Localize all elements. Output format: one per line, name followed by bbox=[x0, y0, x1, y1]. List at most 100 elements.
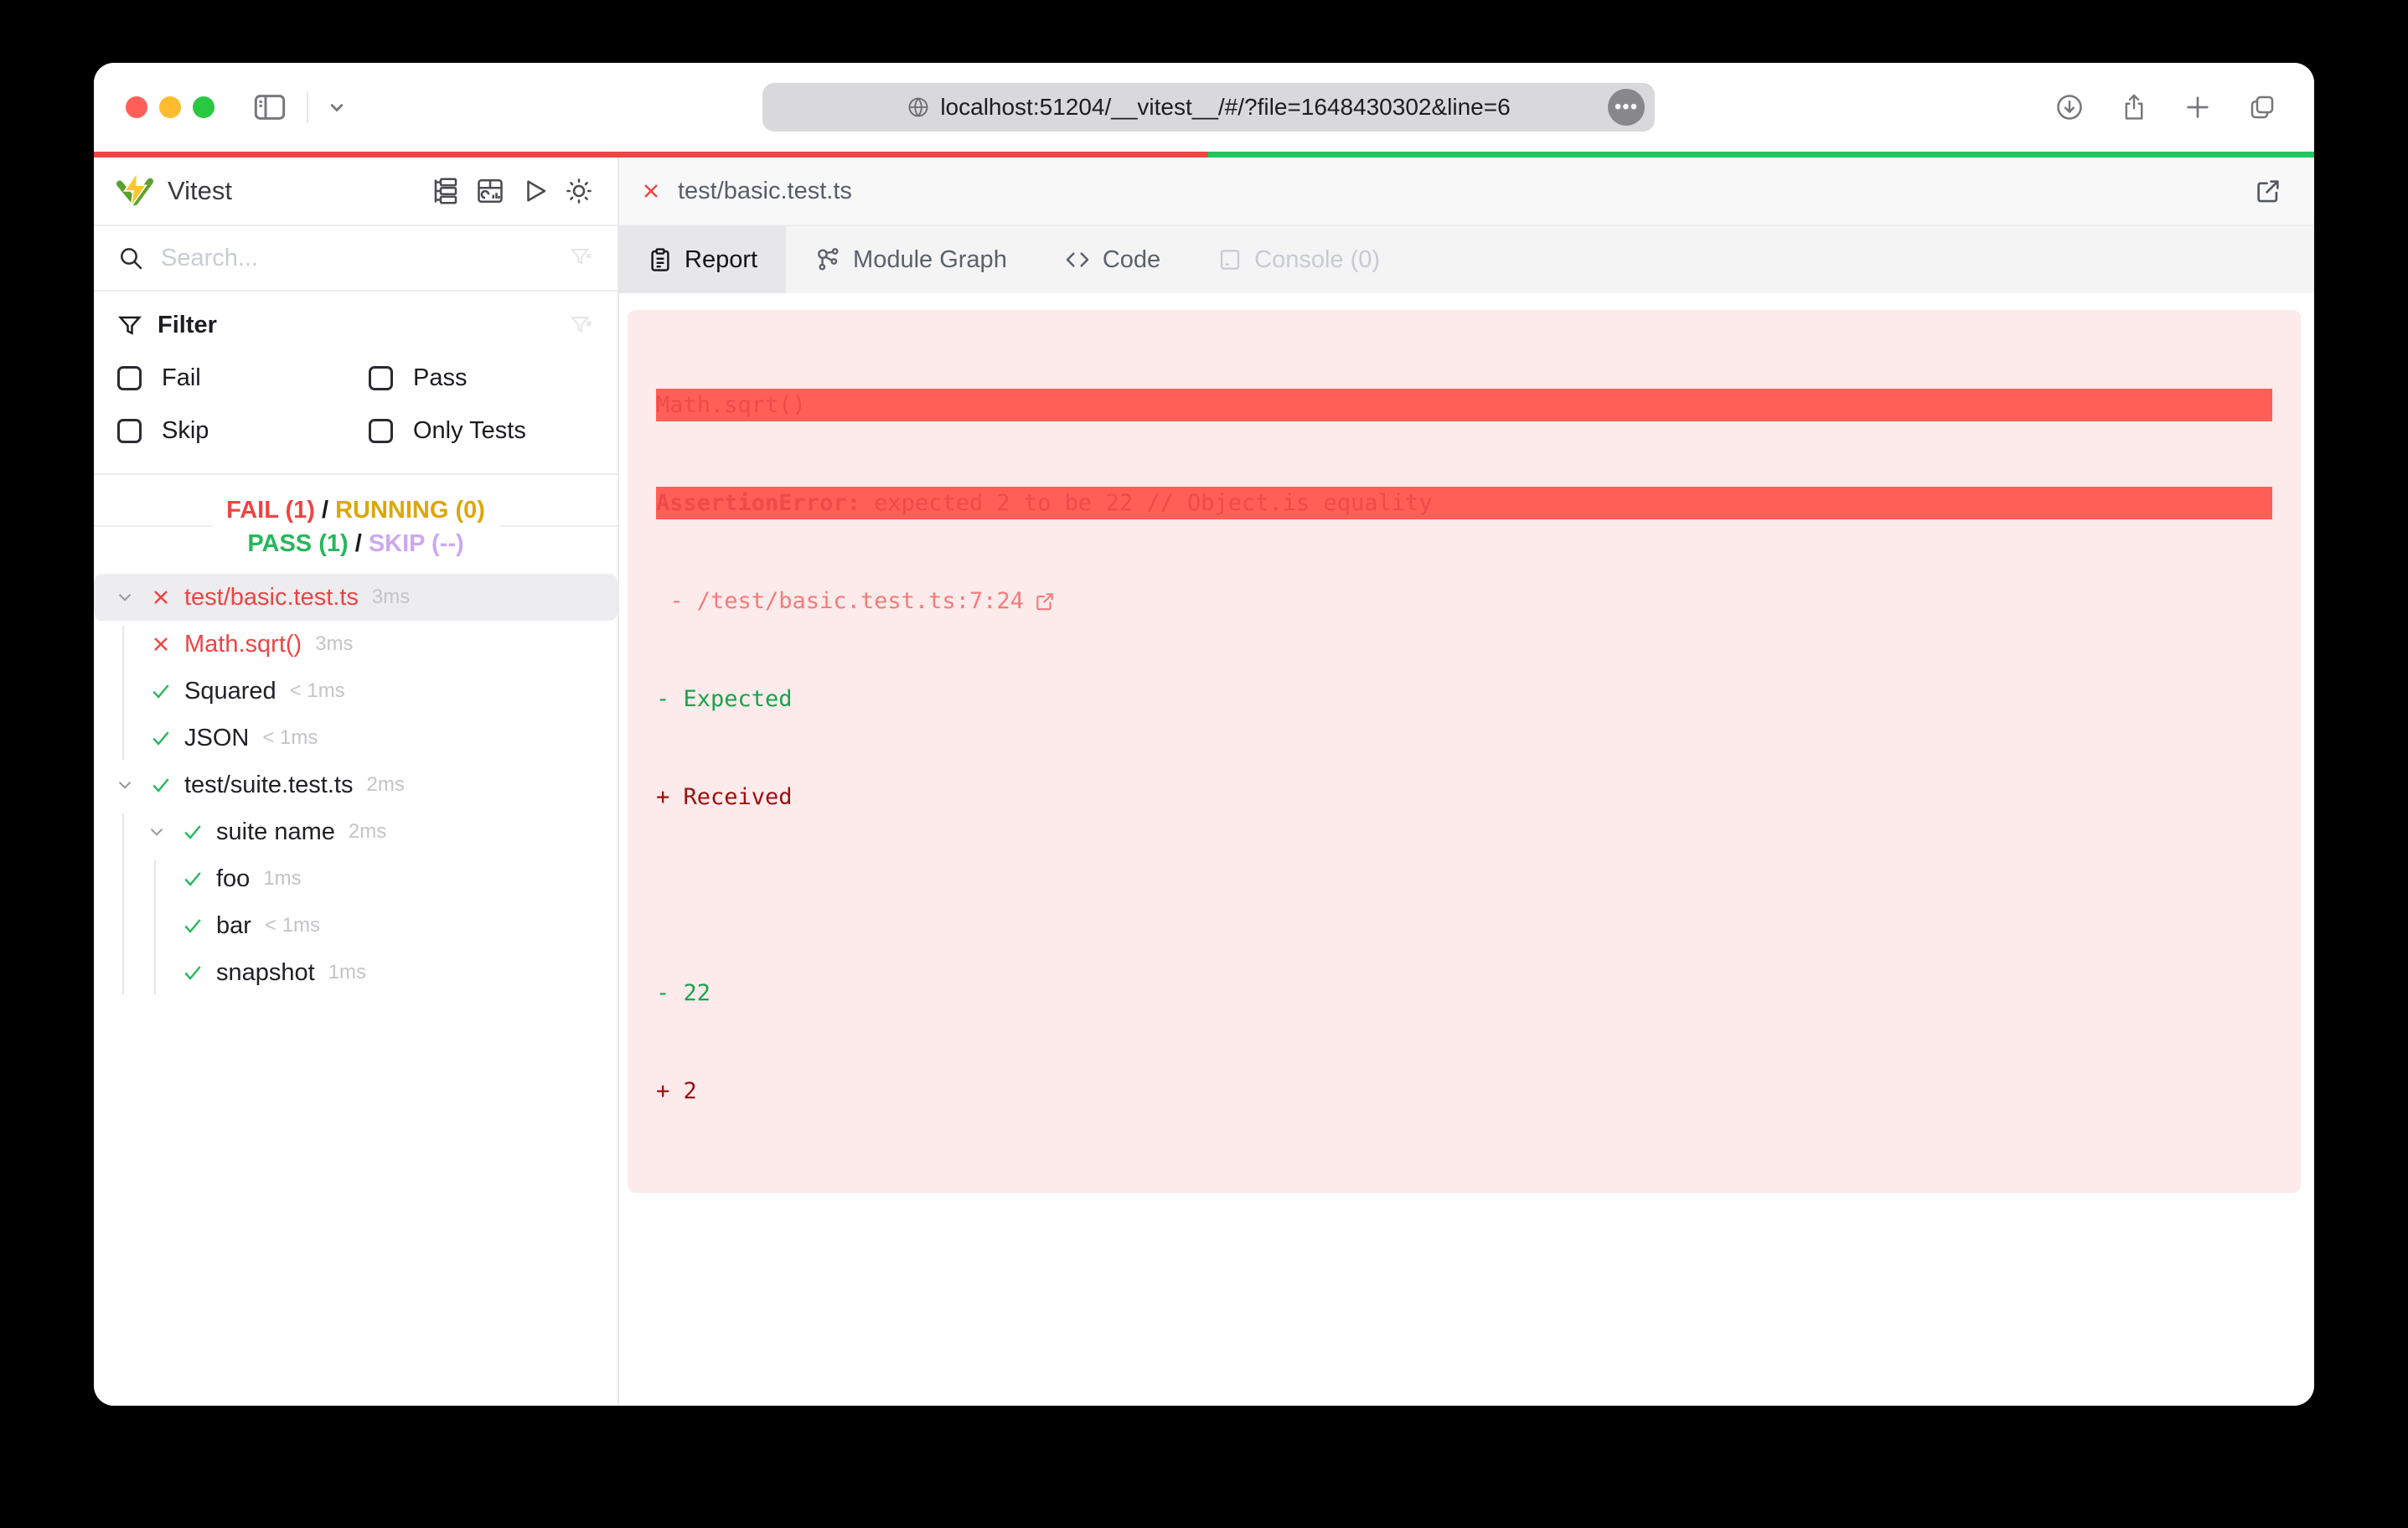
skip-count: SKIP (--) bbox=[368, 530, 464, 557]
test-label: Math.sqrt() bbox=[184, 630, 302, 658]
pass-status-icon bbox=[179, 914, 206, 937]
downloads-icon[interactable] bbox=[2054, 92, 2085, 122]
tree-row-math-sqrt[interactable]: Math.sqrt() 3ms bbox=[94, 621, 618, 668]
test-label: bar bbox=[216, 911, 251, 939]
pass-label: Pass bbox=[413, 364, 468, 391]
test-label: JSON bbox=[184, 724, 250, 751]
pass-checkbox[interactable] bbox=[369, 366, 393, 390]
toolbar-right bbox=[2054, 63, 2277, 152]
globe-icon bbox=[907, 96, 930, 119]
tab-label: Module Graph bbox=[853, 245, 1007, 273]
skip-checkbox[interactable] bbox=[117, 419, 142, 443]
report-area: Math.sqrt() AssertionError: expected 2 t… bbox=[619, 293, 2314, 1406]
filter-option-fail[interactable]: Fail bbox=[117, 364, 369, 392]
share-icon[interactable] bbox=[2120, 92, 2148, 122]
open-in-editor-icon[interactable] bbox=[1034, 591, 1056, 612]
collapse-tests-icon[interactable] bbox=[429, 174, 462, 208]
tree-row-squared[interactable]: Squared < 1ms bbox=[94, 668, 618, 715]
fail-checkbox[interactable] bbox=[117, 366, 142, 390]
test-duration: < 1ms bbox=[262, 726, 318, 749]
fail-status-icon bbox=[147, 632, 174, 656]
tree-row-bar[interactable]: bar < 1ms bbox=[94, 902, 618, 949]
address-bar[interactable]: localhost:51204/__vitest__/#/?file=16484… bbox=[762, 83, 1655, 132]
traffic-lights bbox=[126, 96, 214, 118]
search-icon bbox=[121, 248, 142, 270]
clear-filter-icon[interactable] bbox=[569, 313, 594, 338]
test-tree: test/basic.test.ts 3ms Math.sqrt() 3ms S… bbox=[94, 574, 618, 1406]
open-in-editor-icon[interactable] bbox=[2254, 177, 2282, 205]
pass-status-icon bbox=[147, 773, 174, 797]
search-input[interactable] bbox=[161, 244, 552, 272]
chevron-down-icon[interactable] bbox=[325, 96, 349, 119]
page-settings-button[interactable]: ••• bbox=[1608, 89, 1645, 126]
filter-title: Filter bbox=[158, 312, 217, 338]
test-summary: FAIL (1) / RUNNING (0) PASS (1) / SKIP (… bbox=[94, 475, 618, 574]
diff-received-value: + 2 bbox=[656, 1078, 697, 1104]
fail-status-icon bbox=[639, 179, 663, 203]
progress-pass-segment bbox=[1208, 152, 2314, 157]
dashboard-icon[interactable] bbox=[473, 174, 507, 208]
test-duration: 3ms bbox=[371, 586, 411, 608]
fail-label: Fail bbox=[162, 364, 201, 391]
tree-row-suite-name[interactable]: suite name 2ms bbox=[94, 808, 618, 855]
error-message: expected 2 to be 22 // Object.is equalit… bbox=[860, 490, 1433, 516]
filter-option-only-tests[interactable]: Only Tests bbox=[369, 417, 594, 445]
tab-overview-icon[interactable] bbox=[2247, 92, 2277, 122]
test-duration: 3ms bbox=[315, 632, 354, 655]
tree-row-basic-test-file[interactable]: test/basic.test.ts 3ms bbox=[94, 574, 618, 621]
pass-status-icon bbox=[179, 961, 206, 984]
app-title: Vitest bbox=[168, 176, 232, 205]
url-text: localhost:51204/__vitest__/#/?file=16484… bbox=[940, 94, 1511, 120]
clear-search-filter-icon[interactable] bbox=[569, 245, 594, 271]
tree-row-suite-test-file[interactable]: test/suite.test.ts 2ms bbox=[94, 761, 618, 808]
browser-toolbar: localhost:51204/__vitest__/#/?file=16484… bbox=[94, 63, 2314, 152]
minimize-window-button[interactable] bbox=[159, 96, 181, 118]
tab-console[interactable]: Console (0) bbox=[1189, 226, 1408, 293]
test-duration: < 1ms bbox=[264, 914, 320, 937]
filter-section: Filter Fail Pass Skip Only Tests bbox=[94, 292, 618, 475]
theme-toggle-icon[interactable] bbox=[562, 174, 596, 208]
test-duration: 1ms bbox=[328, 961, 367, 983]
stack-location: - /test/basic.test.ts:7:24 bbox=[656, 588, 1024, 614]
chevron-down-icon[interactable] bbox=[111, 774, 139, 796]
sidebar-toggle-icon[interactable] bbox=[253, 93, 287, 121]
console-icon bbox=[1221, 250, 1240, 270]
test-duration: 1ms bbox=[263, 867, 302, 890]
zoom-window-button[interactable] bbox=[193, 96, 214, 118]
only-tests-checkbox[interactable] bbox=[369, 419, 393, 443]
chevron-down-icon[interactable] bbox=[111, 586, 139, 608]
test-duration: < 1ms bbox=[289, 679, 345, 702]
error-panel: Math.sqrt() AssertionError: expected 2 t… bbox=[628, 310, 2301, 1193]
main-panel: test/basic.test.ts Report Module Graph C… bbox=[619, 157, 2314, 1406]
tab-code[interactable]: Code bbox=[1036, 226, 1189, 293]
progress-fail-segment bbox=[94, 152, 1209, 157]
diff-blank-line bbox=[656, 879, 2272, 911]
tree-row-json[interactable]: JSON < 1ms bbox=[94, 715, 618, 761]
diff-received-label: + Received bbox=[656, 784, 793, 810]
tree-row-foo[interactable]: foo 1ms bbox=[94, 855, 618, 902]
running-count: RUNNING (0) bbox=[335, 497, 485, 524]
chevron-down-icon[interactable] bbox=[142, 821, 171, 843]
fail-status-icon bbox=[147, 586, 174, 609]
filter-option-pass[interactable]: Pass bbox=[369, 364, 594, 392]
run-all-icon[interactable] bbox=[518, 174, 551, 208]
app-header: Vitest bbox=[94, 157, 618, 226]
summary-line-2: PASS (1) / SKIP (--) bbox=[247, 530, 464, 557]
pass-status-icon bbox=[179, 820, 206, 844]
error-name: AssertionError: bbox=[656, 490, 860, 516]
tree-row-snapshot[interactable]: snapshot 1ms bbox=[94, 949, 618, 996]
close-window-button[interactable] bbox=[126, 96, 147, 118]
tab-module-graph[interactable]: Module Graph bbox=[786, 226, 1036, 293]
error-stack-line[interactable]: - /test/basic.test.ts:7:24 bbox=[656, 585, 2272, 617]
tab-report[interactable]: Report bbox=[619, 226, 787, 293]
pass-status-icon bbox=[147, 726, 174, 750]
test-label: suite name bbox=[216, 818, 335, 845]
open-file-name: test/basic.test.ts bbox=[678, 177, 852, 204]
test-label: Squared bbox=[184, 677, 276, 705]
test-label: foo bbox=[216, 865, 251, 892]
test-duration: 2ms bbox=[366, 773, 405, 796]
filter-option-skip[interactable]: Skip bbox=[117, 417, 369, 445]
error-test-name: Math.sqrt() bbox=[656, 389, 2272, 421]
tab-label: Console (0) bbox=[1254, 245, 1381, 273]
new-tab-icon[interactable] bbox=[2183, 93, 2212, 121]
